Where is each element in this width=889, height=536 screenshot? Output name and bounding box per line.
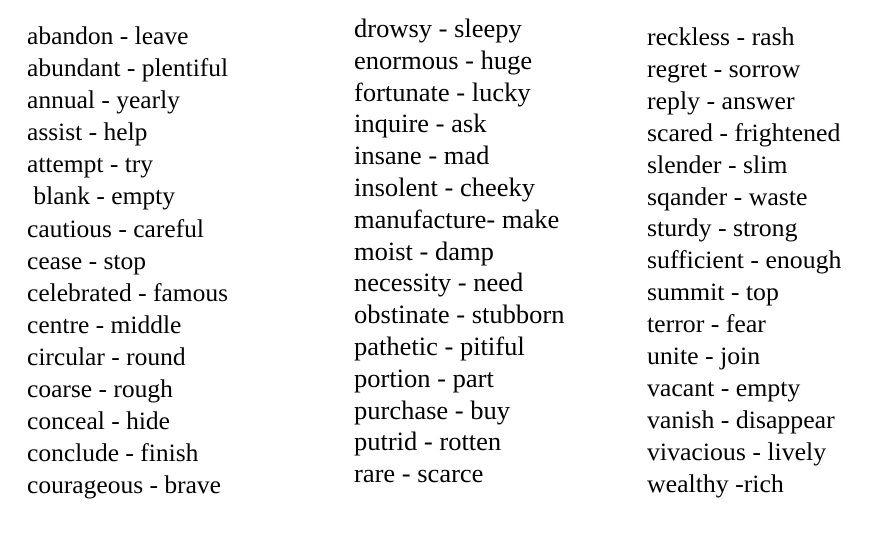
word-column-1: abandon - leave abundant - plentiful annua… bbox=[27, 20, 228, 501]
word-entry: vacant - empty bbox=[647, 372, 801, 402]
word-entry: reply - answer bbox=[647, 85, 795, 115]
word-entry: inquire - ask bbox=[354, 108, 487, 139]
word-entry: putrid - rotten bbox=[354, 426, 502, 457]
word-entry: portion - part bbox=[354, 362, 494, 393]
word-entry: circular - round bbox=[27, 341, 186, 371]
word-entry: insolent - cheeky bbox=[354, 171, 536, 202]
word-entry: insane - mad bbox=[354, 140, 490, 171]
word-entry: vanish - disappear bbox=[647, 404, 835, 434]
word-entry: obstinate - stubborn bbox=[354, 299, 565, 330]
word-entry: pathetic - pitiful bbox=[354, 330, 525, 361]
word-entry: sqander - waste bbox=[647, 181, 808, 211]
word-entry: moist - damp bbox=[354, 235, 494, 266]
word-column-2: drowsy - sleepy enormous - huge fortunate … bbox=[354, 13, 565, 490]
word-column-3: reckless - rash regret - sorrow reply - an… bbox=[647, 21, 841, 500]
word-entry: conclude - finish bbox=[27, 438, 199, 468]
word-entry: celebrated - famous bbox=[27, 277, 229, 307]
word-entry: regret - sorrow bbox=[647, 53, 801, 83]
word-entry: assist - help bbox=[27, 117, 148, 147]
word-entry: fortunate - lucky bbox=[354, 76, 531, 107]
word-entry: manufacture- make bbox=[354, 203, 560, 234]
word-entry: slender - slim bbox=[647, 149, 788, 179]
word-entry: drowsy - sleepy bbox=[354, 13, 522, 43]
word-entry: courageous - brave bbox=[27, 470, 221, 500]
word-entry: coarse - rough bbox=[27, 374, 173, 404]
word-entry: sturdy - strong bbox=[647, 213, 798, 243]
word-entry: annual - yearly bbox=[27, 85, 180, 115]
word-entry: vivacious - lively bbox=[647, 436, 827, 466]
word-list-sheet: abandon - leave abundant - plentiful annua… bbox=[0, 0, 889, 536]
word-entry: cease - stop bbox=[27, 245, 146, 275]
word-entry: summit - top bbox=[647, 277, 779, 307]
word-entry: rare - scarce bbox=[354, 458, 484, 489]
word-entry: terror - fear bbox=[647, 309, 766, 339]
word-entry: abandon - leave bbox=[27, 21, 189, 50]
word-entry: scared - frightened bbox=[647, 117, 841, 147]
word-entry: conceal - hide bbox=[27, 406, 171, 436]
word-entry: cautious - careful bbox=[27, 213, 204, 243]
word-entry: blank - empty bbox=[27, 181, 176, 211]
word-entry: enormous - huge bbox=[354, 44, 533, 75]
word-entry: abundant - plentiful bbox=[27, 53, 229, 83]
word-entry: necessity - need bbox=[354, 267, 524, 298]
word-entry: unite - join bbox=[647, 341, 761, 371]
word-entry: reckless - rash bbox=[647, 22, 795, 51]
word-entry: attempt - try bbox=[27, 149, 154, 179]
word-entry: wealthy -rich bbox=[647, 468, 784, 498]
word-entry: centre - middle bbox=[27, 309, 182, 339]
word-entry: sufficient - enough bbox=[647, 245, 842, 275]
word-entry: purchase - buy bbox=[354, 394, 510, 425]
